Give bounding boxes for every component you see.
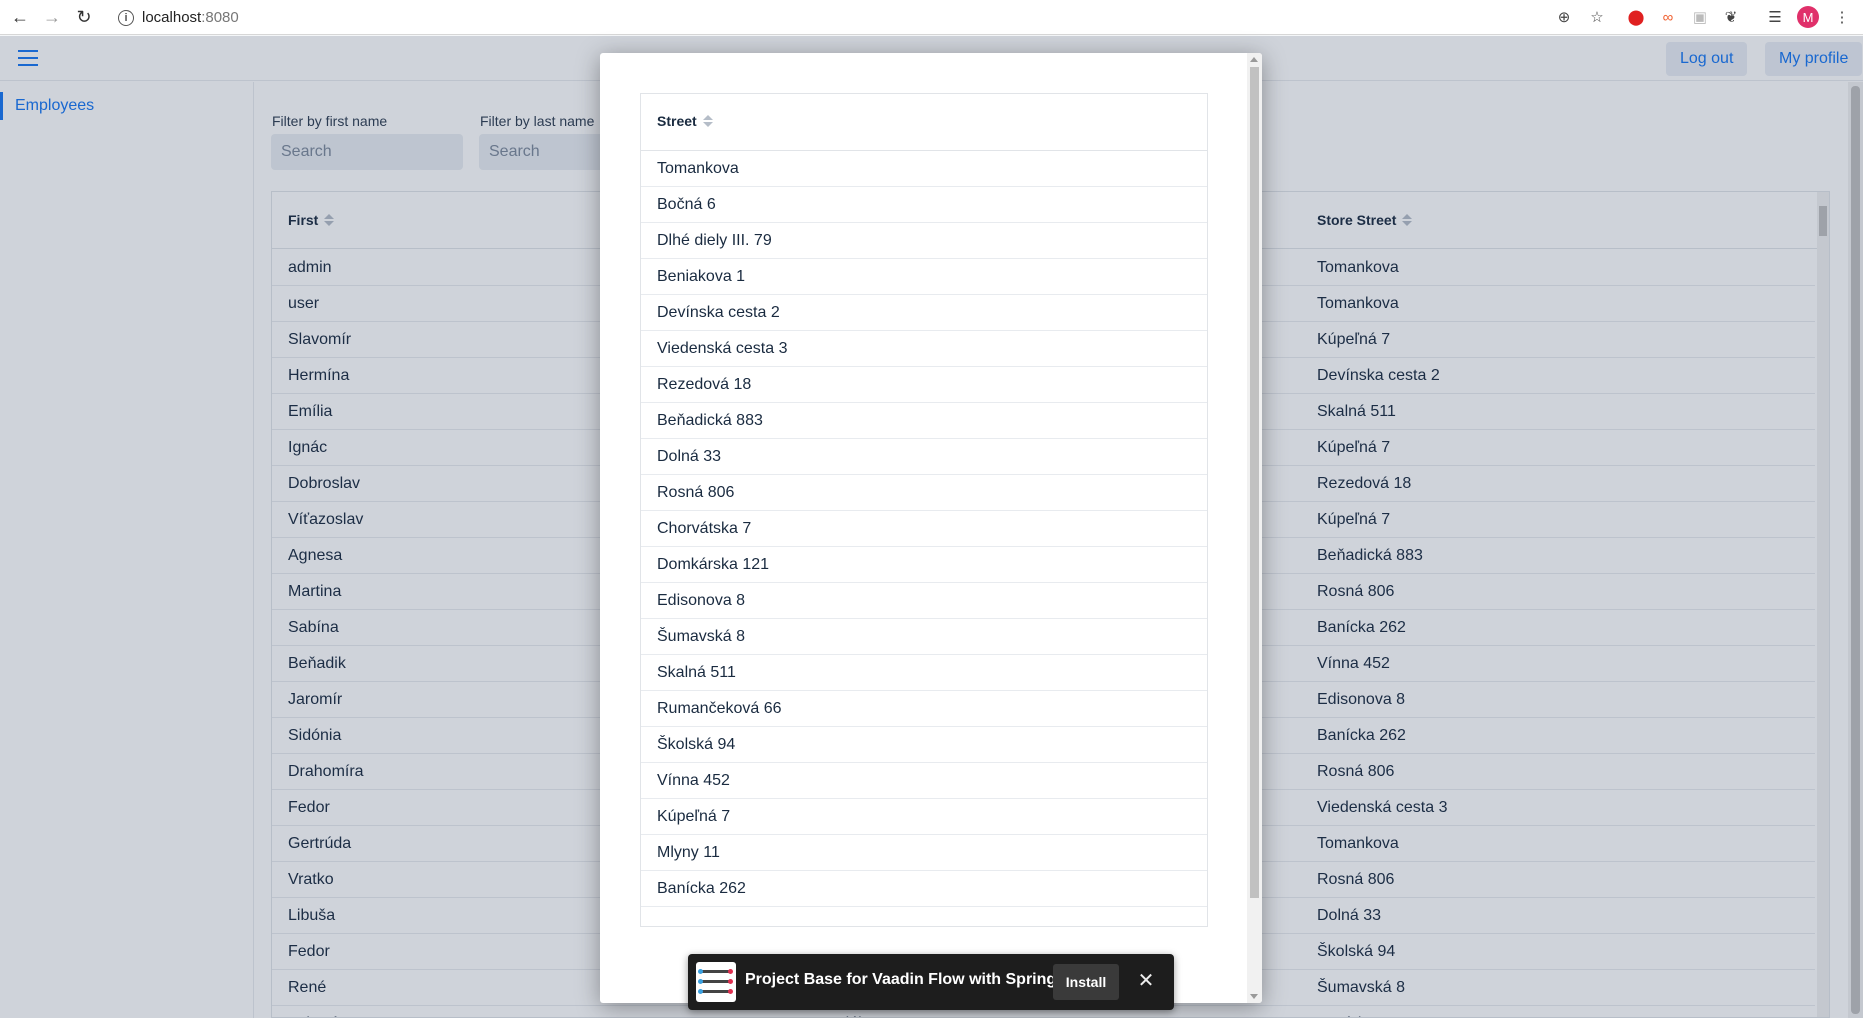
cell-street: Devínska cesta 2 xyxy=(657,304,780,321)
url-port: :8080 xyxy=(201,9,239,26)
cell-street: Viedenská cesta 3 xyxy=(657,340,788,357)
street-row[interactable]: Rumančeková 66 xyxy=(641,691,1207,727)
cell-street: Skalná 511 xyxy=(657,664,736,681)
reload-icon[interactable]: ↻ xyxy=(68,1,100,33)
extension-grid-icon[interactable]: ▣ xyxy=(1689,6,1711,28)
browser-toolbar: ← → ↻ i localhost:8080 ⊕ ☆ ⬤ ∞ ▣ ❦ ☰ M ⋮ xyxy=(0,0,1863,35)
street-row[interactable]: Banícka 262 xyxy=(641,871,1207,907)
pwa-install-button[interactable]: Install xyxy=(1053,964,1119,1000)
street-row[interactable]: Bočná 6 xyxy=(641,187,1207,223)
dialog-scrollbar[interactable] xyxy=(1247,53,1262,1003)
street-row[interactable]: Beňadická 883 xyxy=(641,403,1207,439)
street-grid: Street Tomankova Bočná 6 Dlhé diely III. 7… xyxy=(640,93,1208,927)
cell-street: Domkárska 121 xyxy=(657,556,770,573)
street-row[interactable]: Kúpeľná 7 xyxy=(641,799,1207,835)
back-icon[interactable]: ← xyxy=(4,1,36,33)
street-row[interactable]: Mlyny 11 xyxy=(641,835,1207,871)
street-dialog: Street Tomankova Bočná 6 Dlhé diely III. 7… xyxy=(600,53,1262,1003)
url-host: localhost xyxy=(142,9,202,26)
bookmark-star-icon[interactable]: ☆ xyxy=(1586,6,1608,28)
pwa-install-banner: Project Base for Vaadin Flow with Spring… xyxy=(688,954,1174,1010)
site-info-icon[interactable]: i xyxy=(118,9,134,26)
column-header-street-label: Street xyxy=(657,113,697,129)
street-row[interactable]: Dolná 33 xyxy=(641,439,1207,475)
cell-street: Bočná 6 xyxy=(657,196,716,213)
cell-street: Tomankova xyxy=(657,160,739,177)
browser-menu-icon[interactable]: ⋮ xyxy=(1831,6,1853,28)
forward-icon[interactable]: → xyxy=(36,1,68,33)
cell-street: Banícka 262 xyxy=(657,880,746,897)
cell-street: Beňadická 883 xyxy=(657,412,763,429)
street-row[interactable]: Beniakova 1 xyxy=(641,259,1207,295)
sort-icon[interactable] xyxy=(702,115,713,127)
column-header-street[interactable]: Street xyxy=(657,113,713,129)
extension-adblock-icon[interactable]: ⬤ xyxy=(1625,6,1647,28)
cell-street: Chorvátska 7 xyxy=(657,520,752,537)
street-row[interactable]: Viedenská cesta 3 xyxy=(641,331,1207,367)
street-row[interactable]: Skalná 511 xyxy=(641,655,1207,691)
street-row[interactable]: Domkárska 121 xyxy=(641,547,1207,583)
street-row[interactable]: Edisonova 8 xyxy=(641,583,1207,619)
cell-street: Dlhé diely III. 79 xyxy=(657,232,772,249)
profile-avatar[interactable]: M xyxy=(1797,6,1819,28)
close-icon[interactable]: ✕ xyxy=(1134,968,1158,992)
cell-street: Vínna 452 xyxy=(657,772,730,789)
street-row[interactable]: Dlhé diely III. 79 xyxy=(641,223,1207,259)
extension-infinity-icon[interactable]: ∞ xyxy=(1657,6,1679,28)
install-app-icon[interactable]: ⊕ xyxy=(1553,6,1575,28)
extension-feather-icon[interactable]: ❦ xyxy=(1720,6,1742,28)
cell-street: Rosná 806 xyxy=(657,484,735,501)
cell-street: Školská 94 xyxy=(657,736,736,753)
street-row[interactable]: Devínska cesta 2 xyxy=(641,295,1207,331)
street-grid-header: Street xyxy=(641,94,1207,151)
street-row[interactable]: Rezedová 18 xyxy=(641,367,1207,403)
street-row[interactable]: Šumavská 8 xyxy=(641,619,1207,655)
cell-street: Dolná 33 xyxy=(657,448,722,465)
cell-street: Rezedová 18 xyxy=(657,376,752,393)
scroll-down-icon[interactable] xyxy=(1250,994,1258,999)
street-row[interactable]: Rosná 806 xyxy=(641,475,1207,511)
street-row[interactable]: Chorvátska 7 xyxy=(641,511,1207,547)
scroll-up-icon[interactable] xyxy=(1250,57,1258,62)
cell-street: Kúpeľná 7 xyxy=(657,808,731,825)
app-logo-icon xyxy=(696,962,736,1002)
cell-street: Rumančeková 66 xyxy=(657,700,782,717)
cell-street: Edisonova 8 xyxy=(657,592,746,609)
media-queue-icon[interactable]: ☰ xyxy=(1764,6,1786,28)
cell-street: Šumavská 8 xyxy=(657,628,746,645)
cell-street: Mlyny 11 xyxy=(657,844,720,861)
street-row[interactable]: Tomankova xyxy=(641,151,1207,187)
pwa-banner-title: Project Base for Vaadin Flow with Spring xyxy=(745,971,1057,988)
cell-street: Beniakova 1 xyxy=(657,268,746,285)
street-row[interactable]: Vínna 452 xyxy=(641,763,1207,799)
address-bar[interactable]: i localhost:8080 xyxy=(110,4,1555,31)
street-row[interactable]: Školská 94 xyxy=(641,727,1207,763)
